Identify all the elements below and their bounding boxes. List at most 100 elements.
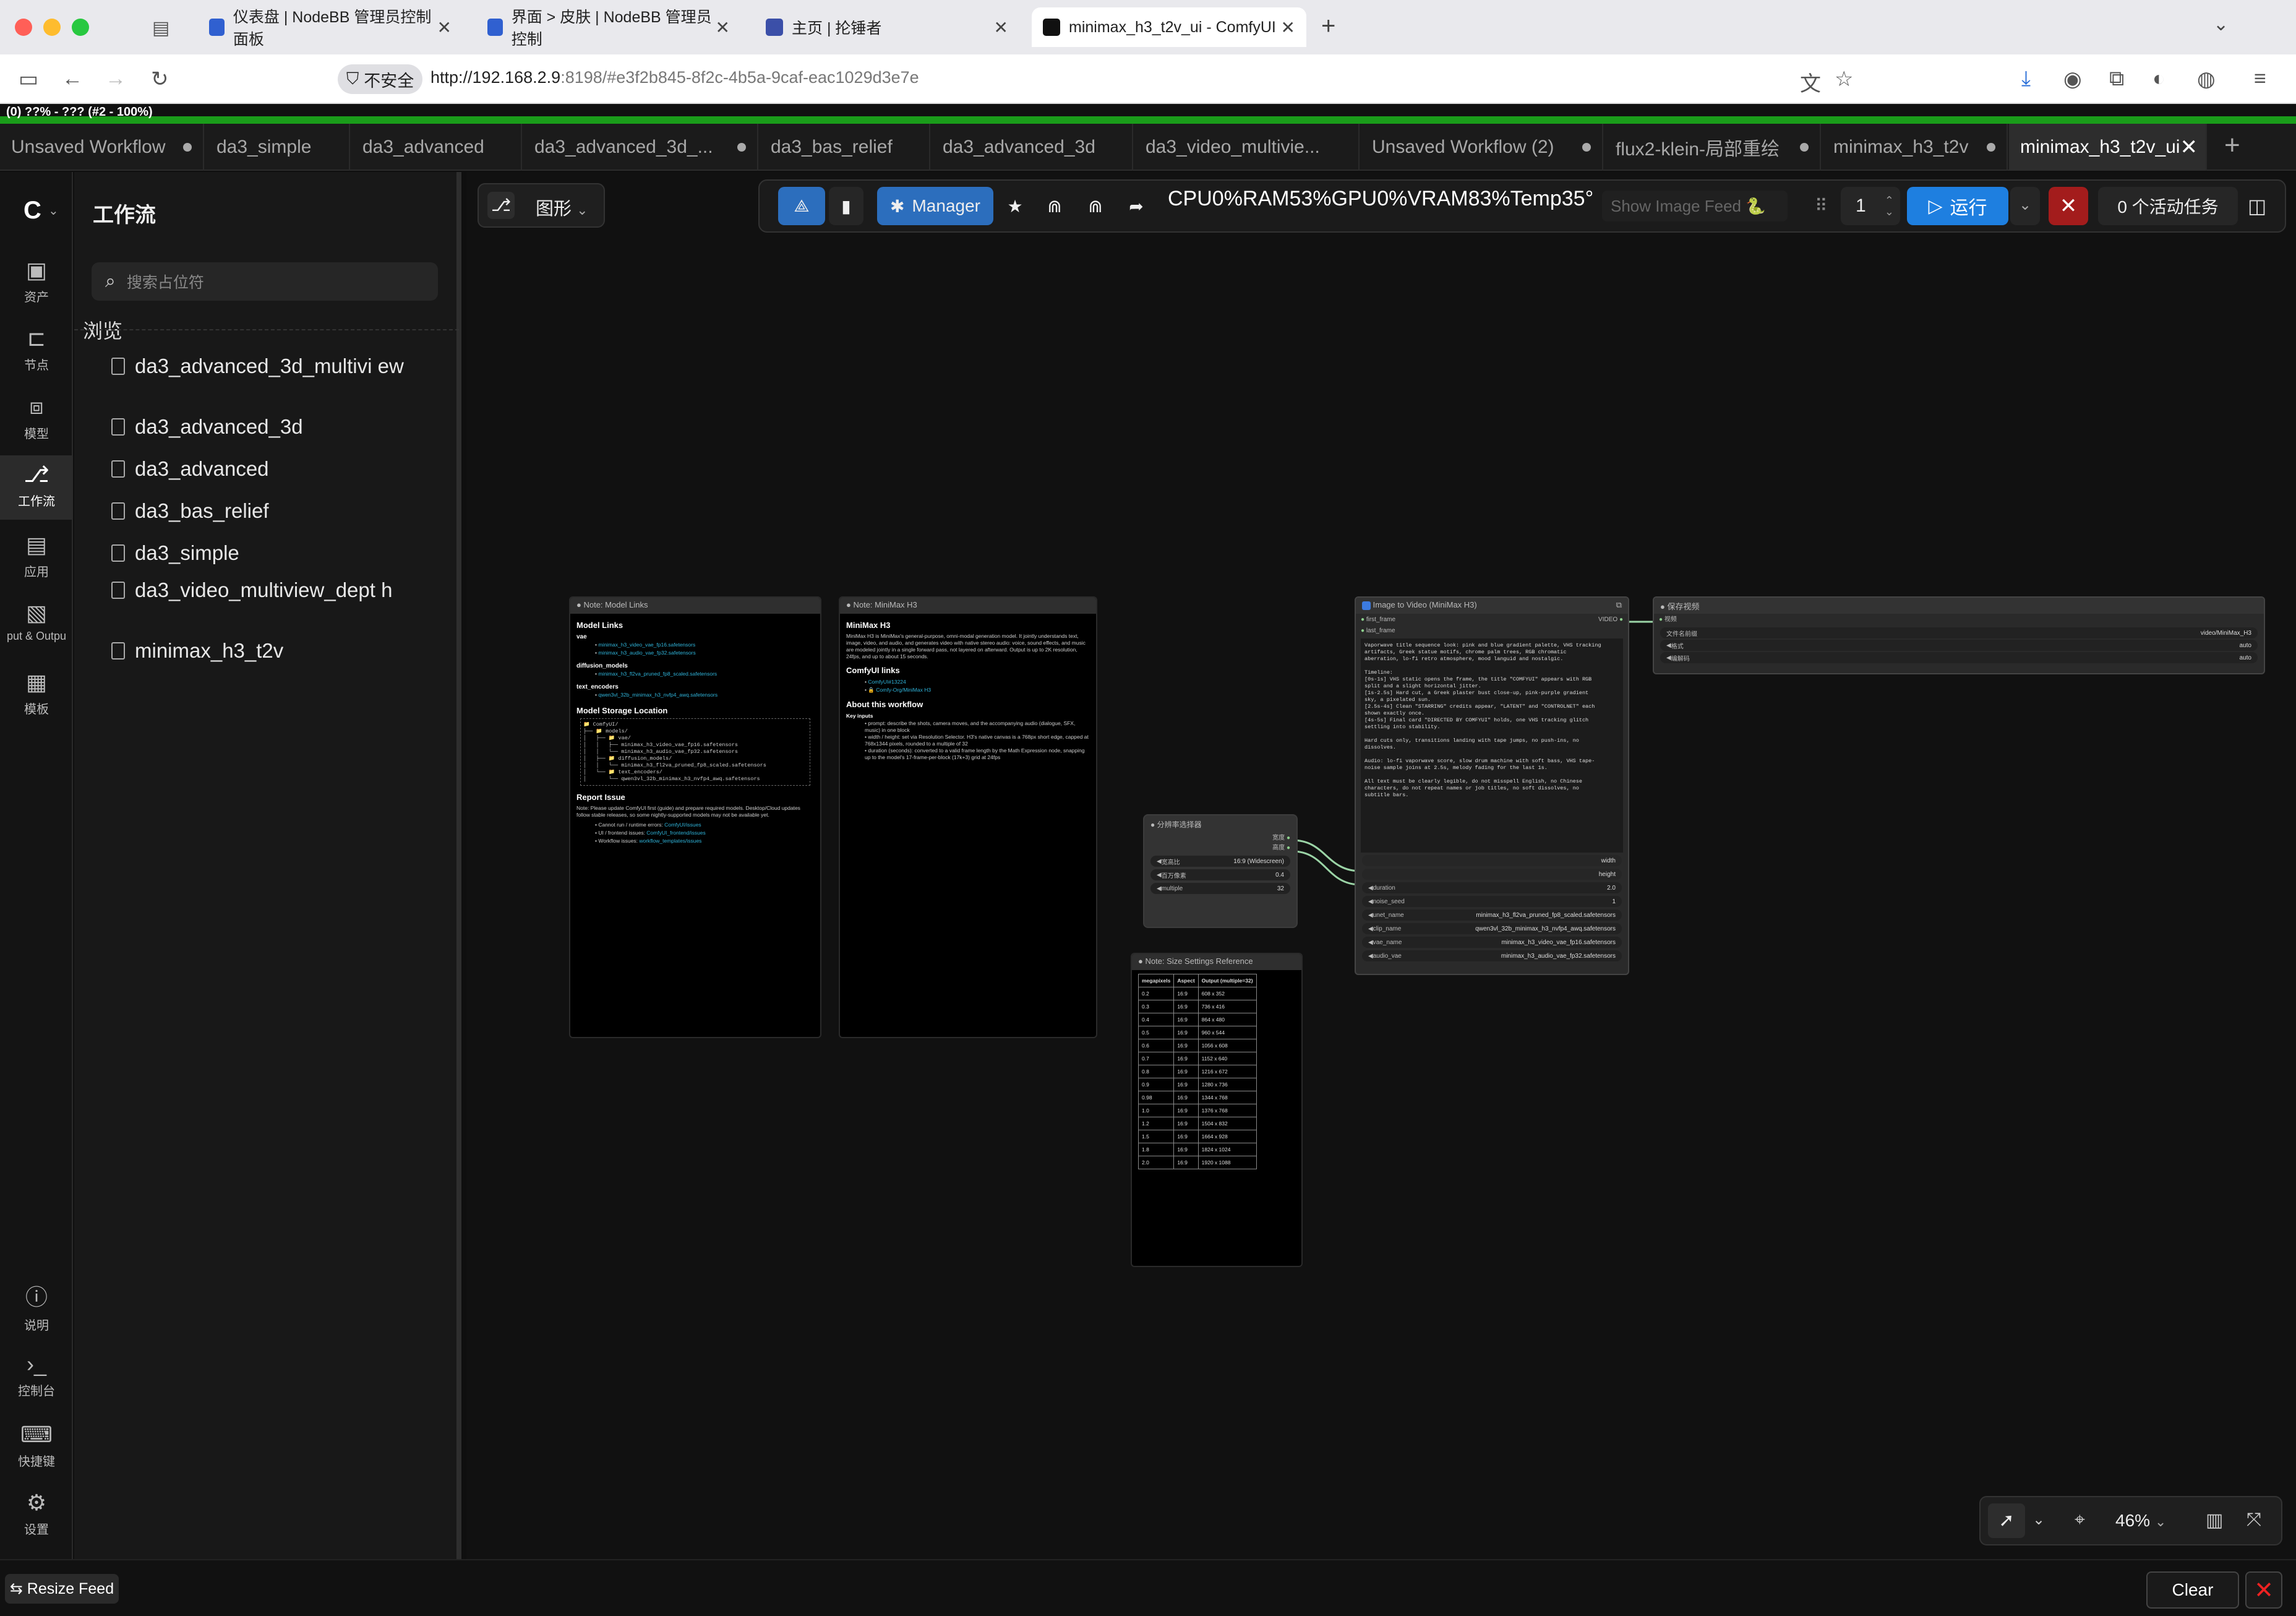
hide-links-icon[interactable]: ⤧ — [2247, 1510, 2261, 1531]
note-model-links-node[interactable]: ● Note: Model Links Model Links vae • mi… — [569, 596, 821, 1038]
height-input-faded[interactable]: height — [1362, 869, 1622, 880]
close-feed-button[interactable]: ✕ — [2245, 1571, 2282, 1609]
clip-name-widget[interactable]: ◀ clip_name qwen3vl_32b_minimax_h3_nvfp4_… — [1362, 923, 1622, 934]
resolution-selector-node[interactable]: ● 分辨率选择器 宽度 ● 高度 ● ◀ 宽高比 16:9 (Widescreen… — [1143, 814, 1298, 928]
workflow-tab-active[interactable]: minimax_h3_t2v_ui ✕ — [2009, 124, 2207, 171]
sidebar-item-settings[interactable]: ⚙ 设置 — [0, 1490, 73, 1545]
reload-icon[interactable]: ↻ — [151, 67, 169, 92]
translate-icon[interactable]: 文 — [1800, 67, 1821, 97]
sidebar-item-nodes[interactable]: ⊏ 节点 — [0, 322, 73, 381]
expand-icon[interactable]: ⧉ — [1616, 600, 1622, 610]
tab-overview-icon[interactable]: ▤ — [152, 17, 169, 39]
model-link[interactable]: minimax_h3_video_vae_fp16.safetensors — [598, 642, 695, 648]
browser-tab-comfyui[interactable]: minimax_h3_t2v_ui - ComfyUI ✕ — [1032, 7, 1306, 47]
media-icon[interactable]: ◐ — [2152, 67, 2165, 91]
browser-tab-home[interactable]: 主页 | 抡锤者 ✕ — [755, 7, 1019, 47]
workflow-list-item[interactable]: minimax_h3_t2v — [111, 638, 407, 663]
close-window-button[interactable] — [15, 19, 32, 36]
close-icon[interactable]: ✕ — [1281, 17, 1295, 38]
aspect-ratio-widget[interactable]: ◀ 宽高比 16:9 (Widescreen) — [1150, 856, 1290, 867]
download-icon[interactable]: ⤓ — [2021, 67, 2031, 91]
profile-icon[interactable]: ◉ — [2063, 67, 2082, 92]
vae-name-widget[interactable]: ◀ vae_name minimax_h3_video_vae_fp16.safe… — [1362, 937, 1622, 948]
report-link[interactable]: ComfyUI_frontend/issues — [646, 830, 705, 836]
codec-widget[interactable]: ◀ 编解码 auto — [1660, 652, 2258, 663]
workflow-tab[interactable]: Unsaved Workflow (2) — [1361, 124, 1603, 171]
workflow-list-item[interactable]: da3_simple — [111, 541, 407, 565]
output-socket-icon[interactable]: ● — [1619, 616, 1623, 623]
select-tool-icon[interactable]: ➚ — [1988, 1503, 2025, 1538]
save-video-node[interactable]: ● 保存视频 ● 视频 文件名前缀 video/MiniMax_H3 ◀ 格式 au… — [1653, 596, 2265, 674]
sidebar-item-input-output[interactable]: ▧ put & Outpu — [0, 596, 73, 656]
model-link[interactable]: minimax_h3_audio_vae_fp32.safetensors — [598, 650, 695, 656]
note-minimax-h3-node[interactable]: ● Note: MiniMax H3 MiniMax H3 MiniMax H3… — [839, 596, 1097, 1038]
resize-feed-button[interactable]: ⇆ Resize Feed — [5, 1574, 119, 1604]
comfyui-link[interactable]: ComfyUI#13224 — [868, 679, 906, 685]
workflow-list-item[interactable]: da3_video_multiview_dept h — [111, 578, 407, 603]
close-icon[interactable]: ✕ — [994, 17, 1008, 38]
chevron-down-icon[interactable]: ⌄ — [2033, 1511, 2045, 1529]
minimize-window-button[interactable] — [43, 19, 61, 36]
workflow-tab[interactable]: Unsaved Workflow — [0, 124, 204, 171]
input-socket-icon[interactable]: ● — [1361, 616, 1364, 623]
browser-tab-nodebb-dashboard[interactable]: 仪表盘 | NodeBB 管理员控制面板 ✕ — [198, 7, 463, 48]
sidebar-item-shortcuts[interactable]: ⌨ 快捷键 — [0, 1422, 73, 1477]
output-socket-icon[interactable]: ● — [1287, 845, 1290, 851]
unet-name-widget[interactable]: ◀ unet_name minimax_h3_fl2va_pruned_fp8_s… — [1362, 909, 1622, 921]
prompt-textarea[interactable]: Vaporwave title sequence look: pink and … — [1361, 638, 1623, 853]
workflow-list-item[interactable]: da3_bas_relief — [111, 499, 407, 523]
noise-seed-widget[interactable]: ◀ noise_seed 1 — [1362, 896, 1622, 907]
workflow-list-item[interactable]: da3_advanced — [111, 457, 407, 481]
minimap-icon[interactable]: ▥ — [2206, 1510, 2223, 1531]
output-socket-icon[interactable]: ● — [1287, 835, 1290, 841]
sidebar-item-workflows[interactable]: ⎇ 工作流 — [0, 455, 73, 520]
model-link[interactable]: qwen3vl_32b_minimax_h3_nvfp4_awq.safeten… — [598, 692, 718, 698]
close-icon[interactable]: ✕ — [2180, 135, 2198, 160]
clear-button[interactable]: Clear — [2146, 1571, 2239, 1609]
zoom-level-dropdown[interactable]: 46% ⌄ — [2115, 1511, 2166, 1531]
workflow-tab[interactable]: da3_advanced_3d — [932, 124, 1133, 171]
close-icon[interactable]: ✕ — [437, 17, 452, 38]
workflow-list-item[interactable]: da3_advanced_3d — [111, 415, 407, 439]
fit-view-icon[interactable]: ⌖ — [2075, 1510, 2085, 1531]
workflow-tab[interactable]: da3_bas_relief — [760, 124, 930, 171]
sidebar-item-templates[interactable]: ▦ 模板 — [0, 666, 73, 725]
filename-prefix-widget[interactable]: 文件名前缀 video/MiniMax_H3 — [1660, 627, 2258, 638]
comfyui-link[interactable]: 🔒 Comfy-Org/MiniMax H3 — [868, 687, 931, 693]
workflow-tab[interactable]: flux2-klein-局部重绘 — [1604, 124, 1821, 171]
workflow-tab[interactable]: da3_advanced_3d_... — [523, 124, 758, 171]
forward-icon[interactable]: → — [105, 67, 126, 91]
new-tab-button[interactable]: + — [1321, 12, 1335, 40]
back-icon[interactable]: ← — [62, 67, 83, 91]
workflow-search-input[interactable]: ⌕ 搜索占位符 — [92, 262, 438, 301]
workflow-tab[interactable]: minimax_h3_t2v — [1822, 124, 2008, 171]
tab-list-chevron-icon[interactable]: ⌄ — [2213, 14, 2229, 35]
workflow-tab[interactable]: da3_simple — [205, 124, 350, 171]
url-input[interactable]: http://192.168.2.9:8198/#e3f2b845-8f2c-4… — [430, 68, 919, 87]
extension-avatar-icon[interactable]: ◍ — [2197, 67, 2216, 92]
browser-tab-nodebb-skins[interactable]: 界面 > 皮肤 | NodeBB 管理员控制 ✕ — [476, 7, 741, 48]
width-input-faded[interactable]: width — [1362, 855, 1622, 866]
sidebar-item-apps[interactable]: ▤ 应用 — [0, 528, 73, 588]
input-socket-icon[interactable]: ● — [1659, 616, 1663, 623]
maximize-window-button[interactable] — [72, 19, 89, 36]
security-indicator[interactable]: ⛉ 不安全 — [338, 64, 423, 94]
workflow-tab[interactable]: da3_advanced — [351, 124, 522, 171]
new-workflow-tab-button[interactable]: + — [2224, 130, 2240, 161]
menu-icon[interactable]: ≡ — [2254, 67, 2266, 91]
format-widget[interactable]: ◀ 格式 auto — [1660, 640, 2258, 651]
chevron-down-icon[interactable]: ⌄ — [48, 203, 59, 218]
sidebar-item-assets[interactable]: ▣ 资产 — [0, 254, 73, 313]
close-icon[interactable]: ✕ — [716, 17, 730, 38]
report-link[interactable]: workflow_templates/issues — [639, 838, 701, 844]
input-socket-icon[interactable]: ● — [1361, 627, 1364, 634]
sidebar-item-console[interactable]: ›_ 控制台 — [0, 1351, 73, 1407]
multiple-widget[interactable]: ◀ multiple 32 — [1150, 883, 1290, 894]
model-link[interactable]: minimax_h3_fl2va_pruned_fp8_scaled.safet… — [598, 671, 717, 677]
audio-vae-widget[interactable]: ◀ audio_vae minimax_h3_audio_vae_fp32.saf… — [1362, 950, 1622, 961]
workflow-tab[interactable]: da3_video_multivie... — [1134, 124, 1360, 171]
comfy-logo-icon[interactable]: C — [24, 197, 41, 225]
workflow-list-item[interactable]: da3_advanced_3d_multivi ew — [111, 354, 407, 379]
note-size-settings-node[interactable]: ● Note: Size Settings Reference megapixe… — [1131, 953, 1303, 1267]
report-link[interactable]: ComfyUI/issues — [664, 822, 701, 828]
